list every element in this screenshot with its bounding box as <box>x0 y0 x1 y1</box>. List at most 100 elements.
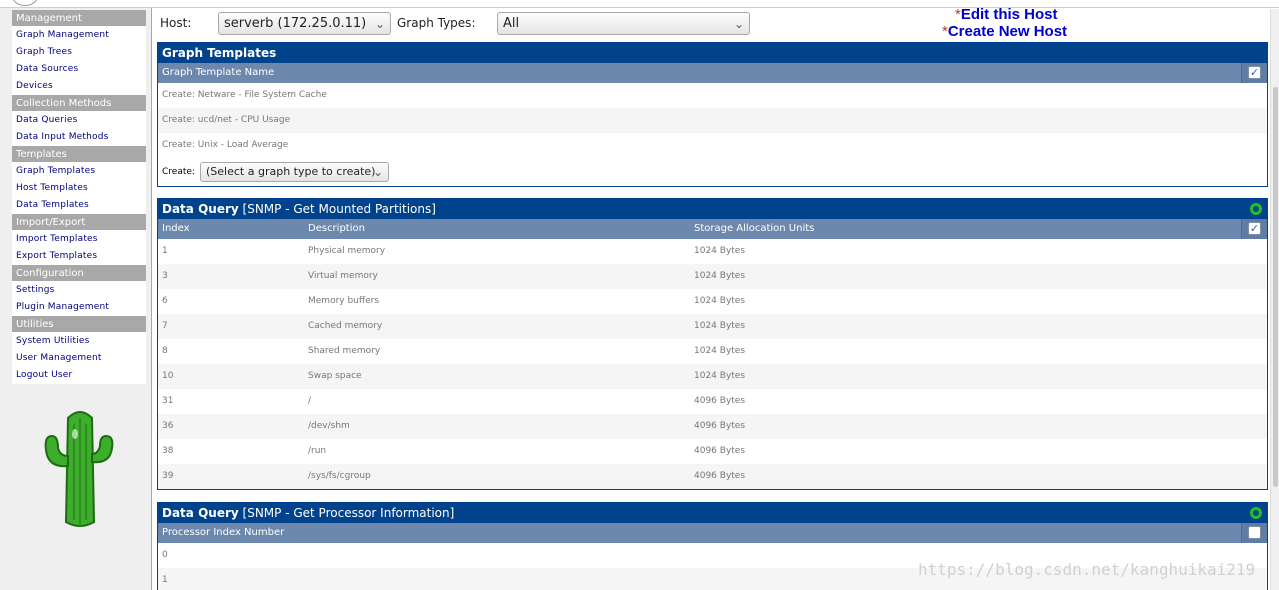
cell-index: 39 <box>162 471 174 481</box>
nav-item-graph-templates[interactable]: Graph Templates <box>12 163 146 180</box>
cell-index: 8 <box>162 346 168 356</box>
nav-section-header: Collection Methods <box>12 95 146 112</box>
cell-index: 31 <box>162 396 174 406</box>
nav-menu: Management Graph Management Graph Trees Dat… <box>12 10 146 384</box>
scrollbar-thumb[interactable] <box>1273 87 1278 487</box>
nav-item-graph-trees[interactable]: Graph Trees <box>12 44 146 61</box>
watermark: https://blog.csdn.net/kanghuikai219 <box>918 560 1256 579</box>
nav-section-header: Import/Export <box>12 214 146 231</box>
nav-section-header: Utilities <box>12 316 146 333</box>
cell-storage-units: 1024 Bytes <box>694 346 746 356</box>
cell-description: Physical memory <box>308 246 386 256</box>
graph-templates-header: Graph Template Name ✓ <box>158 63 1267 83</box>
left-navigation: Management Graph Management Graph Trees Dat… <box>0 8 152 590</box>
cell-description: /run <box>308 446 327 456</box>
cell-storage-units: 4096 Bytes <box>694 421 746 431</box>
green-ring-icon[interactable] <box>1250 507 1262 519</box>
host-select[interactable]: serverb (172.25.0.11) ⌄ <box>218 12 391 35</box>
cell-index: 1 <box>162 246 168 256</box>
host-bar: Host: serverb (172.25.0.11) ⌄ Graph Type… <box>157 6 1268 40</box>
nav-item-graph-management[interactable]: Graph Management <box>12 27 146 44</box>
create-label: Create: <box>162 167 195 177</box>
checkbox-checked-icon[interactable]: ✓ <box>1248 222 1261 235</box>
table-row[interactable]: 31 / 4096 Bytes <box>158 389 1267 414</box>
top-circle-icon <box>12 0 38 6</box>
graph-template-name: Create: ucd/net - CPU Usage <box>162 115 291 125</box>
green-ring-icon[interactable] <box>1250 203 1262 215</box>
create-host-link[interactable]: *Create New Host <box>942 23 1067 40</box>
create-graph-select[interactable]: (Select a graph type to create) ⌄ <box>200 162 389 182</box>
nav-item-data-queries[interactable]: Data Queries <box>12 112 146 129</box>
cell-storage-units: 1024 Bytes <box>694 296 746 306</box>
graph-types-label: Graph Types: <box>397 16 476 30</box>
table-row[interactable]: 39/sys/fs/cgroup 4096 Bytes <box>158 464 1267 489</box>
cell-description: Cached memory <box>308 321 383 331</box>
cell-index: 10 <box>162 371 174 381</box>
edit-host-link[interactable]: *Edit this Host <box>955 6 1058 23</box>
nav-item-export-templates[interactable]: Export Templates <box>12 248 146 265</box>
cell-index: 6 <box>162 296 168 306</box>
nav-item-user-management[interactable]: User Management <box>12 350 146 367</box>
nav-item-data-templates[interactable]: Data Templates <box>12 197 146 214</box>
data-query-header: Index Description Storage Allocation Uni… <box>158 219 1267 239</box>
nav-item-plugin-management[interactable]: Plugin Management <box>12 299 146 316</box>
create-graph-select-value: (Select a graph type to create) <box>206 165 376 178</box>
table-row[interactable]: 36/dev/shm 4096 Bytes <box>158 414 1267 439</box>
nav-item-settings[interactable]: Settings <box>12 282 146 299</box>
nav-item-host-templates[interactable]: Host Templates <box>12 180 146 197</box>
graph-template-name: Create: Netware - File System Cache <box>162 90 327 100</box>
checkbox-empty-icon[interactable] <box>1248 526 1261 539</box>
graph-templates-title: Graph Templates <box>158 43 1267 63</box>
cell-index: 38 <box>162 446 174 456</box>
cell-description: Virtual memory <box>308 271 378 281</box>
edit-host-text: Edit this Host <box>960 6 1058 23</box>
graph-template-row[interactable]: Create: ucd/net - CPU Usage <box>158 108 1267 133</box>
table-row[interactable]: 38/run 4096 Bytes <box>158 439 1267 464</box>
cell-index: 7 <box>162 321 168 331</box>
cactus-logo <box>44 411 114 527</box>
chevron-down-icon: ⌄ <box>372 165 383 179</box>
nav-item-devices[interactable]: Devices <box>12 78 146 95</box>
data-query-partitions-panel: Data Query [SNMP - Get Mounted Partition… <box>157 198 1268 490</box>
cell-processor-index: 0 <box>162 550 168 560</box>
table-row[interactable]: 1 Physical memory 1024 Bytes <box>158 239 1267 264</box>
top-band <box>0 0 1279 8</box>
table-row[interactable]: 6 Memory buffers 1024 Bytes <box>158 289 1267 314</box>
cell-storage-units: 1024 Bytes <box>694 371 746 381</box>
col-processor-index: Processor Index Number <box>162 527 285 538</box>
table-row[interactable]: 10 Swap space 1024 Bytes <box>158 364 1267 389</box>
nav-section-header: Management <box>12 10 146 27</box>
graph-template-row[interactable]: Create: Unix - Load Average <box>158 133 1267 158</box>
cell-description: Shared memory <box>308 346 381 356</box>
graph-types-select[interactable]: All ⌄ <box>497 12 750 35</box>
create-graph-row: Create: (Select a graph type to create) … <box>158 158 1267 186</box>
table-row[interactable]: 7 Cached memory 1024 Bytes <box>158 314 1267 339</box>
nav-item-logout-user[interactable]: Logout User <box>12 367 146 384</box>
nav-item-import-templates[interactable]: Import Templates <box>12 231 146 248</box>
nav-item-data-sources[interactable]: Data Sources <box>12 61 146 78</box>
data-query-title: Data Query [SNMP - Get Mounted Partition… <box>158 199 1267 219</box>
chevron-down-icon: ⌄ <box>374 17 385 31</box>
nav-item-data-input-methods[interactable]: Data Input Methods <box>12 129 146 146</box>
checkbox-checked-icon[interactable]: ✓ <box>1248 66 1261 79</box>
graph-template-rows: Create: Netware - File System Cache Creat… <box>158 83 1267 158</box>
graph-templates-panel: Graph Templates Graph Template Name ✓ Cr… <box>157 42 1268 187</box>
col-description: Description <box>308 223 365 234</box>
cell-storage-units: 4096 Bytes <box>694 446 746 456</box>
cell-storage-units: 4096 Bytes <box>694 396 746 406</box>
chevron-down-icon: ⌄ <box>733 17 744 31</box>
data-query-title: Data Query [SNMP - Get Processor Informa… <box>158 503 1267 523</box>
vertical-scrollbar[interactable] <box>1270 9 1279 590</box>
host-label: Host: <box>160 16 192 30</box>
cell-description: Memory buffers <box>308 296 380 306</box>
cell-description: Swap space <box>308 371 362 381</box>
table-row[interactable]: 3 Virtual memory 1024 Bytes <box>158 264 1267 289</box>
data-query-rows: 1 Physical memory 1024 Bytes 3 Virtual memor… <box>158 239 1267 489</box>
col-index: Index <box>162 223 190 234</box>
cell-storage-units: 4096 Bytes <box>694 471 746 481</box>
nav-item-system-utilities[interactable]: System Utilities <box>12 333 146 350</box>
graph-template-row[interactable]: Create: Netware - File System Cache <box>158 83 1267 108</box>
table-row[interactable]: 8 Shared memory 1024 Bytes <box>158 339 1267 364</box>
graph-template-name-header: Graph Template Name <box>162 67 275 78</box>
nav-section-header: Templates <box>12 146 146 163</box>
